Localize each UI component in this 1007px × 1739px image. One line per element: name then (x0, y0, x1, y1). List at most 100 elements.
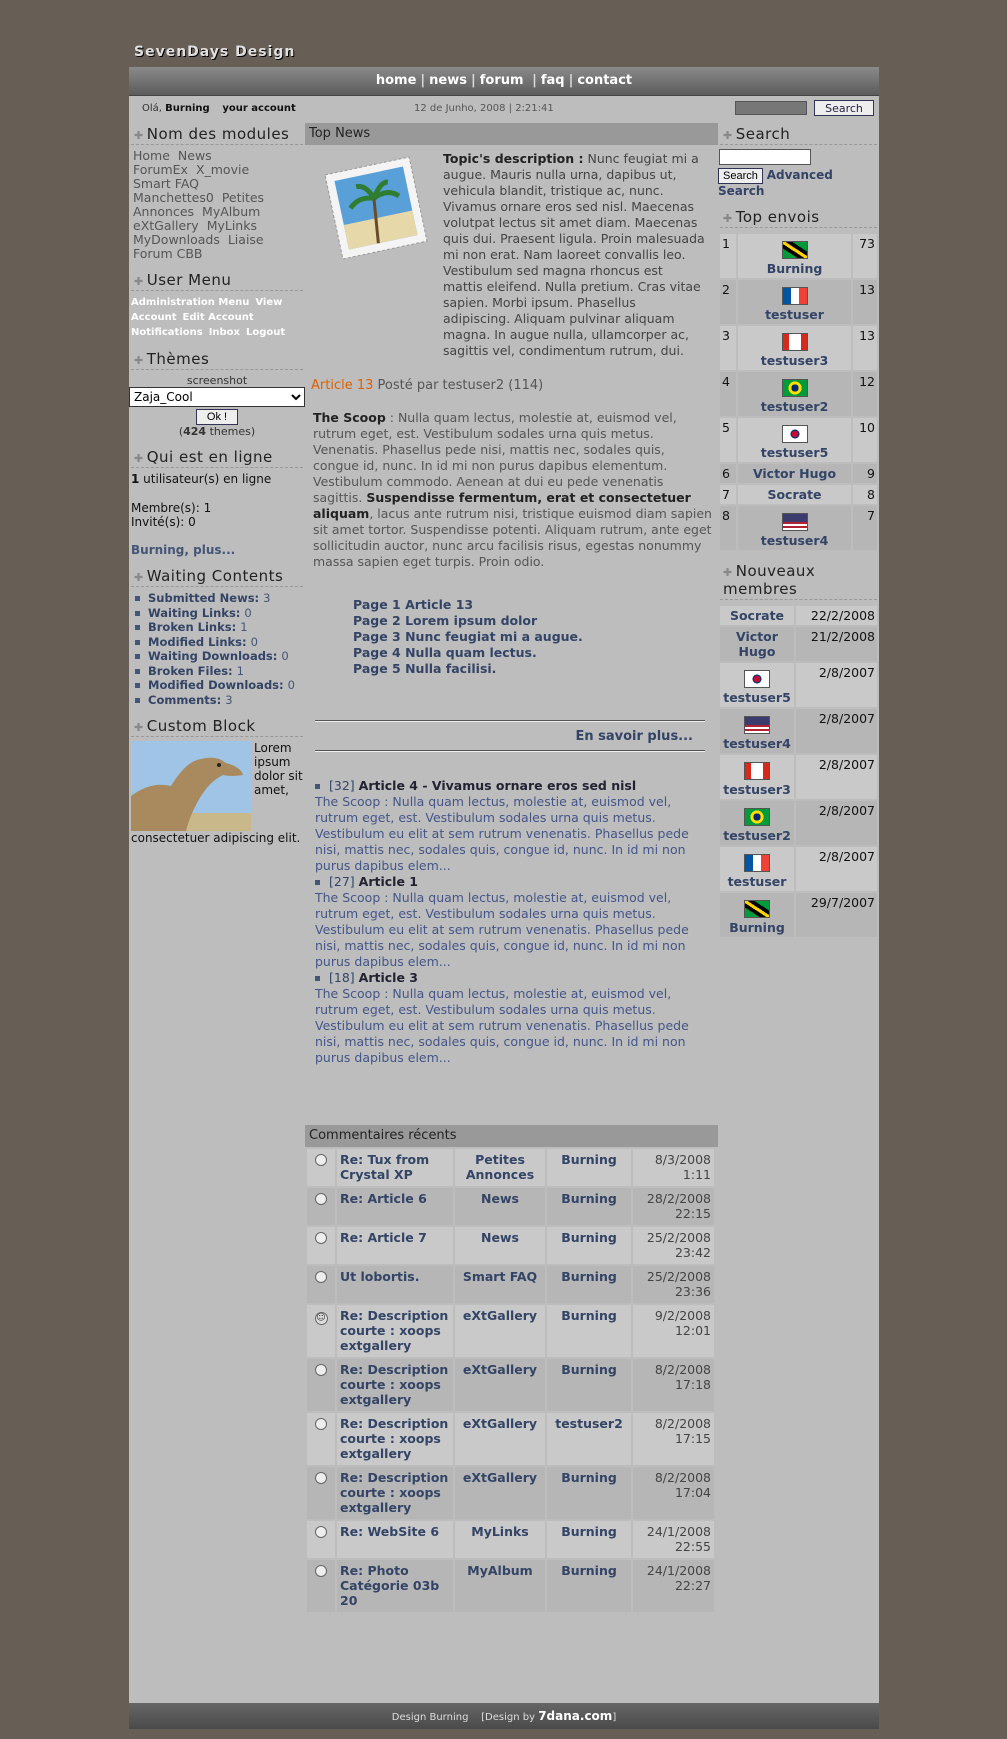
comment-module[interactable]: Smart FAQ (455, 1266, 545, 1303)
comment-title[interactable]: Re: Description courte : xoops extgaller… (337, 1359, 453, 1411)
search-button[interactable]: Search (718, 168, 763, 184)
comment-module[interactable]: eXtGallery (455, 1467, 545, 1519)
member-user[interactable]: testuser4 (723, 736, 791, 751)
module-link[interactable]: MyDownloads (133, 232, 220, 247)
comment-title[interactable]: Re: Tux from Crystal XP (337, 1149, 453, 1186)
related-articles: [32] Article 4 - Vivamus ornare eros sed… (315, 778, 710, 1066)
waiting-item[interactable]: Waiting Downloads: 0 (135, 649, 305, 664)
header-search-button[interactable]: Search (814, 100, 874, 116)
online-more-link[interactable]: Burning, plus... (129, 543, 305, 557)
comment-user[interactable]: Burning (547, 1359, 631, 1411)
member-user[interactable]: Victor Hugo (736, 629, 778, 659)
comment-module[interactable]: Petites Annonces (455, 1149, 545, 1186)
module-link[interactable]: X_movie (196, 162, 249, 177)
logout-link[interactable]: Logout (246, 327, 285, 338)
poster-user[interactable]: testuser3 (761, 353, 829, 368)
comment-user[interactable]: Burning (547, 1188, 631, 1225)
page-container: home | news | forum | faq | contact Olá, Burnin… (129, 67, 879, 1729)
poster-user[interactable]: testuser (765, 307, 824, 322)
nav-news[interactable]: news (425, 73, 471, 88)
theme-ok-button[interactable]: Ok ! (195, 409, 239, 425)
comment-user[interactable]: Burning (547, 1560, 631, 1612)
module-link[interactable]: Home (133, 148, 170, 163)
inbox-link[interactable]: Inbox (209, 327, 240, 338)
poster-user[interactable]: testuser4 (761, 533, 829, 548)
comment-module[interactable]: eXtGallery (455, 1305, 545, 1357)
comment-title[interactable]: Re: Description courte : xoops extgaller… (337, 1413, 453, 1465)
comment-title[interactable]: Re: Article 6 (337, 1188, 453, 1225)
nav-faq[interactable]: faq (537, 73, 569, 88)
comment-module[interactable]: eXtGallery (455, 1359, 545, 1411)
waiting-item[interactable]: Broken Files: 1 (135, 664, 305, 679)
module-link[interactable]: Manchettes0 (133, 190, 214, 205)
related-article-title[interactable]: [27] Article 1 (315, 874, 710, 890)
comment-title[interactable]: Re: WebSite 6 (337, 1521, 453, 1558)
waiting-item[interactable]: Submitted News: 3 (135, 591, 305, 606)
notifications-link[interactable]: Notifications (131, 327, 203, 338)
page-link[interactable]: Page 4 Nulla quam lectus. (353, 645, 583, 661)
comment-module[interactable]: News (455, 1227, 545, 1264)
page-link[interactable]: Page 1 Article 13 (353, 597, 583, 613)
comment-user[interactable]: Burning (547, 1266, 631, 1303)
your-account-link[interactable]: your account (222, 103, 295, 114)
waiting-item[interactable]: Modified Downloads: 0 (135, 678, 305, 693)
poster-user[interactable]: Burning (767, 261, 823, 276)
nav-contact[interactable]: contact (573, 73, 636, 88)
waiting-item[interactable]: Broken Links: 1 (135, 620, 305, 635)
comment-title[interactable]: Re: Description courte : xoops extgaller… (337, 1305, 453, 1357)
comment-title[interactable]: Re: Photo Catégorie 03b 20 (337, 1560, 453, 1612)
comment-user[interactable]: testuser2 (547, 1413, 631, 1465)
module-link[interactable]: Smart FAQ (133, 176, 199, 191)
related-article-title[interactable]: [32] Article 4 - Vivamus ornare eros sed… (315, 778, 710, 794)
poster-count: 10 (853, 418, 877, 462)
comment-module[interactable]: News (455, 1188, 545, 1225)
page-link[interactable]: Page 3 Nunc feugiat mi a augue. (353, 629, 583, 645)
page-link[interactable]: Page 5 Nulla facilisi. (353, 661, 583, 677)
page-link[interactable]: Page 2 Lorem ipsum dolor (353, 613, 583, 629)
comment-title[interactable]: Ut lobortis. (337, 1266, 453, 1303)
comment-user[interactable]: Burning (547, 1227, 631, 1264)
poster-user[interactable]: testuser2 (761, 399, 829, 414)
admin-menu-link[interactable]: Administration Menu (131, 297, 249, 308)
module-link[interactable]: MyAlbum (202, 204, 260, 219)
comment-module[interactable]: eXtGallery (455, 1413, 545, 1465)
module-link[interactable]: Forum CBB (133, 246, 202, 261)
search-input[interactable] (719, 149, 811, 165)
waiting-item[interactable]: Modified Links: 0 (135, 635, 305, 650)
module-link[interactable]: Liaise (228, 232, 264, 247)
poster-user[interactable]: Socrate (767, 487, 821, 502)
module-link[interactable]: News (178, 148, 212, 163)
module-link[interactable]: MyLinks (207, 218, 257, 233)
comment-module[interactable]: MyLinks (455, 1521, 545, 1558)
member-user[interactable]: Socrate (730, 608, 784, 623)
member-user[interactable]: testuser (728, 874, 787, 889)
member-user[interactable]: testuser3 (723, 782, 791, 797)
member-user[interactable]: testuser5 (723, 690, 791, 705)
waiting-item[interactable]: Waiting Links: 0 (135, 606, 305, 621)
comment-user[interactable]: Burning (547, 1521, 631, 1558)
module-link[interactable]: ForumEx (133, 162, 188, 177)
article-title[interactable]: Article 13 (311, 378, 373, 393)
nav-home[interactable]: home (372, 73, 421, 88)
waiting-item[interactable]: Comments: 3 (135, 693, 305, 708)
nav-forum[interactable]: forum (476, 73, 528, 88)
current-user[interactable]: Burning (165, 103, 210, 114)
comment-title[interactable]: Re: Description courte : xoops extgaller… (337, 1467, 453, 1519)
comment-module[interactable]: MyAlbum (455, 1560, 545, 1612)
theme-select[interactable]: Zaja_Cool (129, 387, 305, 407)
comment-title[interactable]: Re: Article 7 (337, 1227, 453, 1264)
comment-user[interactable]: Burning (547, 1467, 631, 1519)
related-article-title[interactable]: [18] Article 3 (315, 970, 710, 986)
module-link[interactable]: eXtGallery (133, 218, 199, 233)
member-user[interactable]: testuser2 (723, 828, 791, 843)
poster-user[interactable]: testuser5 (761, 445, 829, 460)
poster-user[interactable]: Victor Hugo (753, 466, 836, 481)
read-more-link[interactable]: En savoir plus... (575, 729, 693, 744)
comment-user[interactable]: Burning (547, 1149, 631, 1186)
footer-design-link[interactable]: 7dana.com (538, 1709, 612, 1723)
comment-user[interactable]: Burning (547, 1305, 631, 1357)
member-user[interactable]: Burning (729, 920, 785, 935)
edit-account-link[interactable]: Edit Account (182, 312, 253, 323)
camel-image (131, 741, 251, 831)
header-search-input[interactable] (735, 101, 807, 115)
